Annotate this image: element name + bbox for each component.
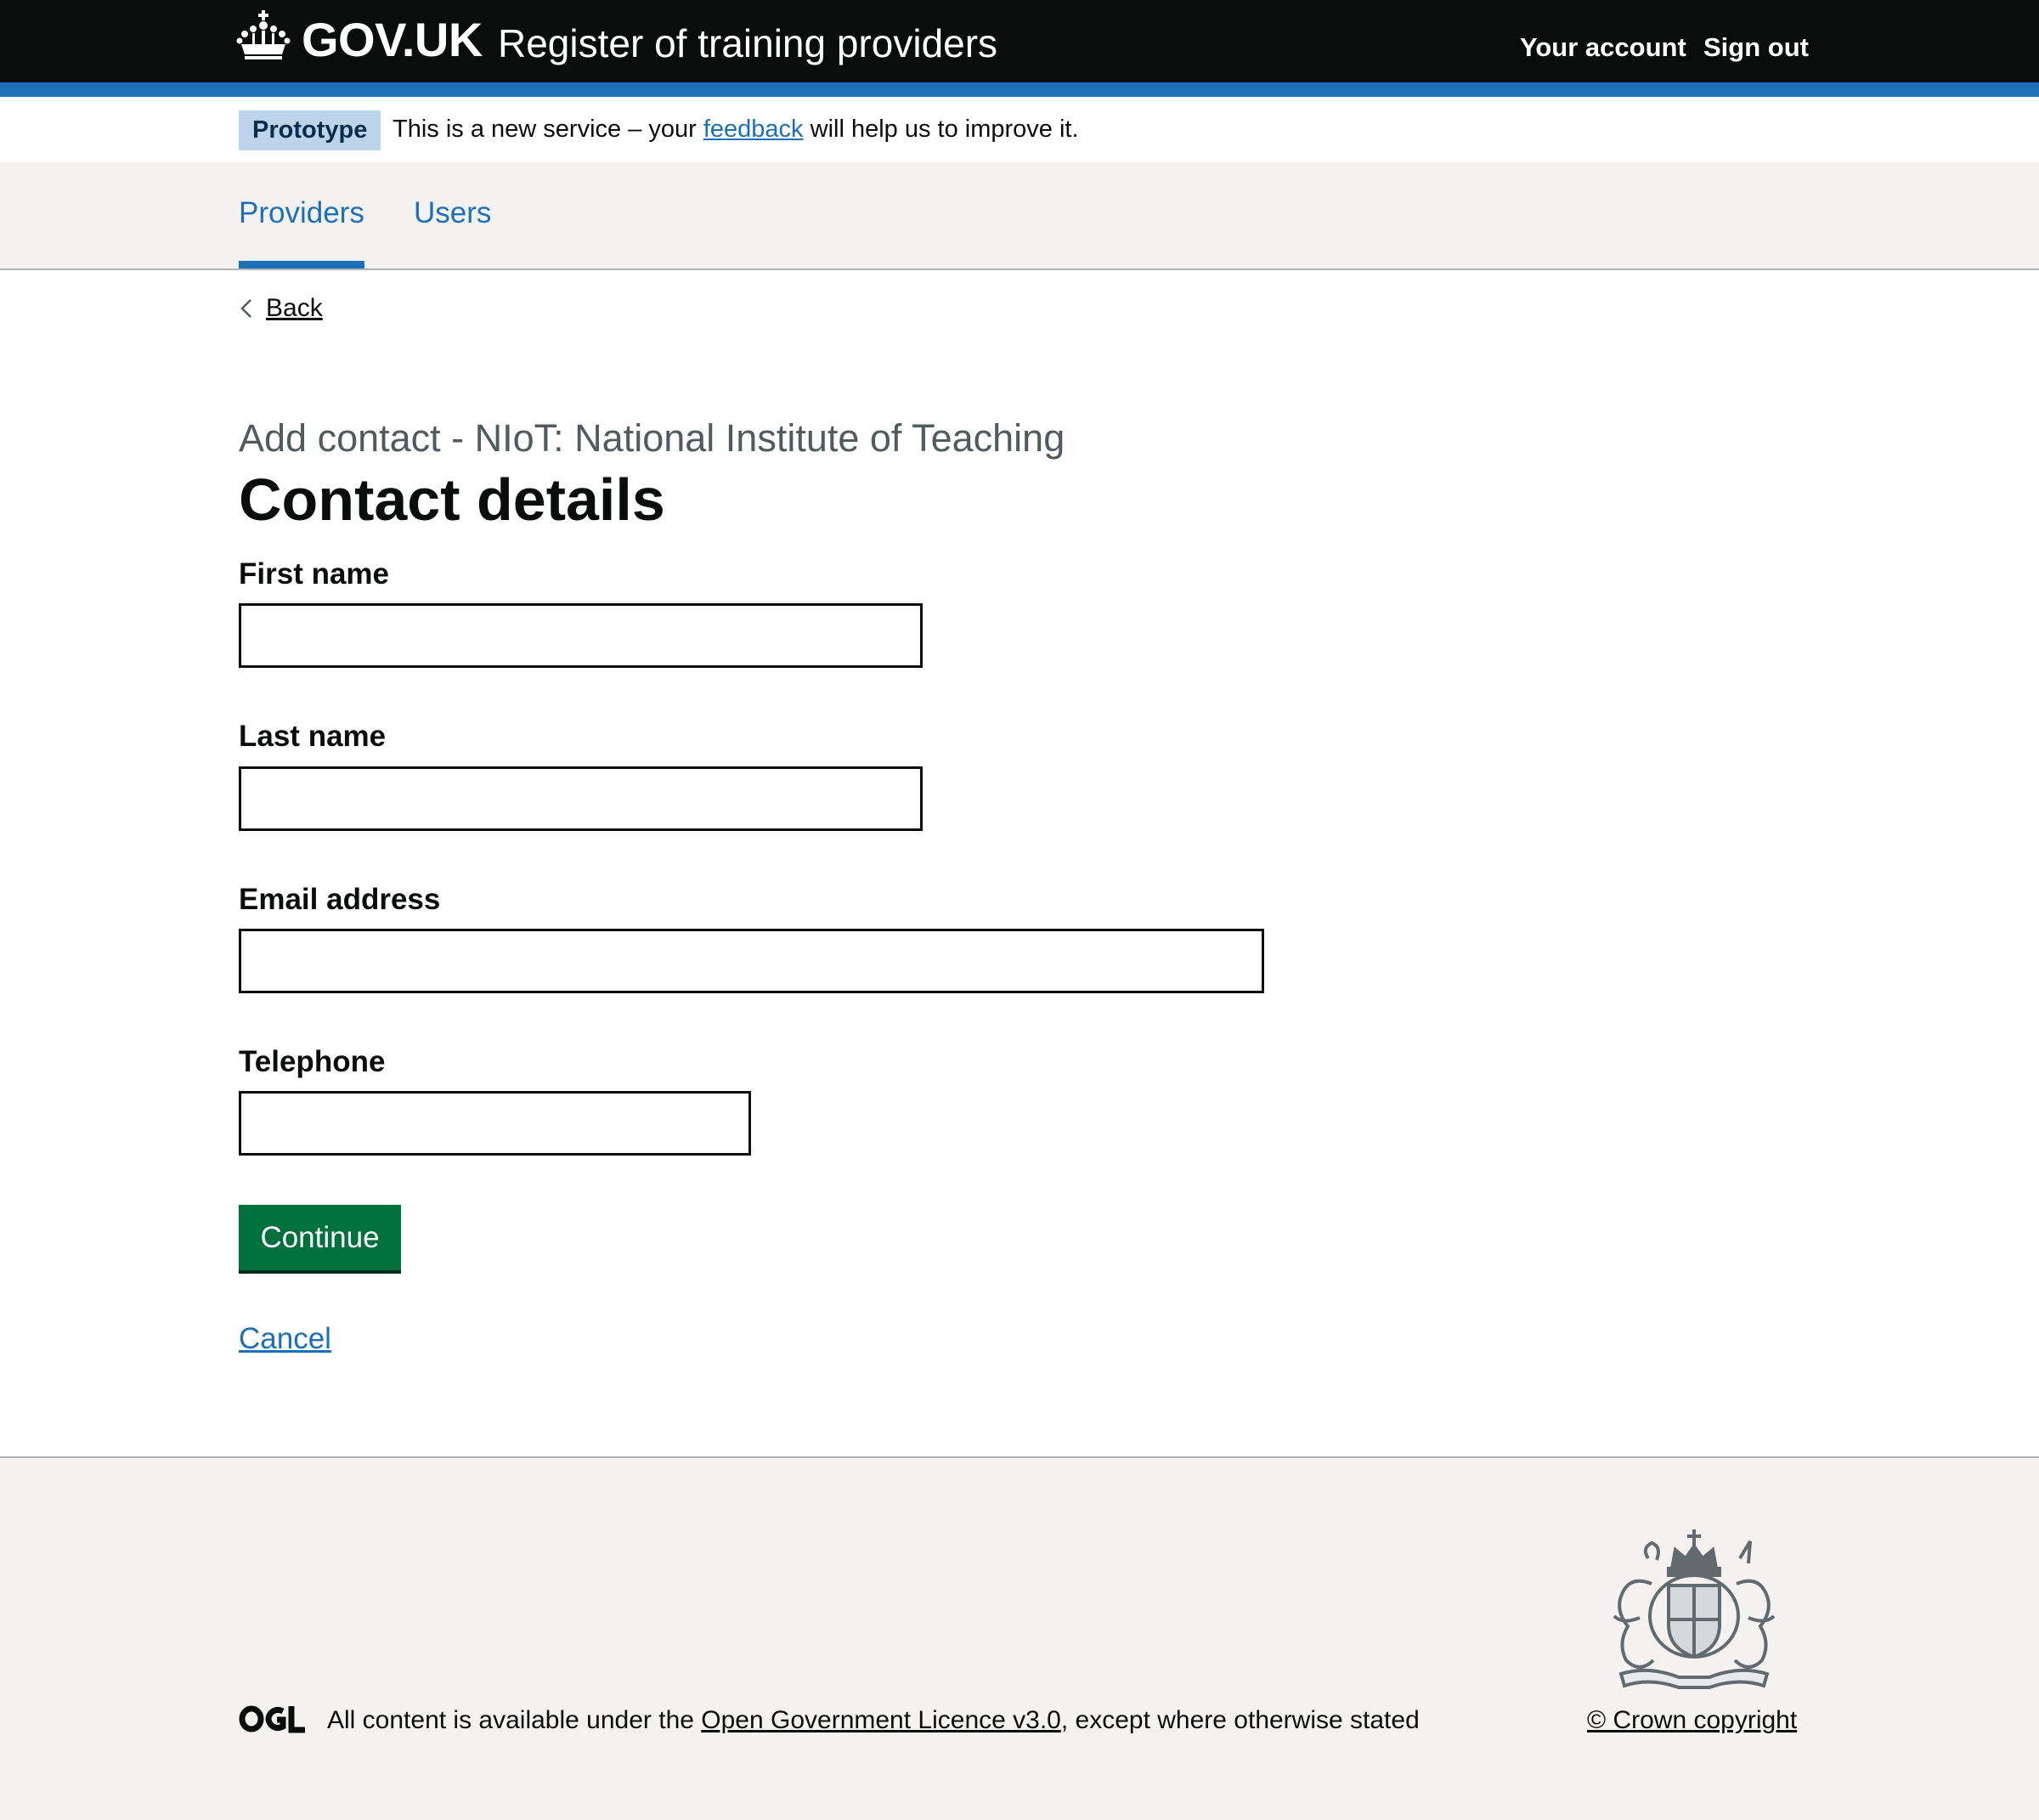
your-account-link[interactable]: Your account (1520, 32, 1686, 63)
phase-banner: Prototype This is a new service – your f… (0, 97, 2039, 162)
last-name-input[interactable] (239, 766, 923, 831)
phase-tag: Prototype (239, 110, 381, 150)
primary-nav: Providers Users (0, 162, 2039, 270)
first-name-label: First name (239, 557, 389, 591)
ogl-logo-icon (239, 1705, 305, 1733)
telephone-label: Telephone (239, 1045, 386, 1078)
telephone-input[interactable] (239, 1091, 751, 1156)
govuk-wordmark[interactable]: GOV.UK (302, 12, 483, 67)
crown-copyright-link[interactable]: © Crown copyright (1587, 1706, 1797, 1735)
chevron-left-icon (240, 299, 251, 318)
back-link-label: Back (266, 294, 323, 322)
nav-item-providers[interactable]: Providers (239, 196, 364, 230)
licence-text-after: , except where otherwise stated (1060, 1706, 1420, 1734)
service-name[interactable]: Register of training providers (498, 20, 997, 66)
licence-text-before: All content is available under the (327, 1706, 702, 1734)
last-name-label: Last name (239, 720, 387, 753)
cancel-link[interactable]: Cancel (239, 1322, 331, 1356)
phase-banner-text: This is a new service – your feedback wi… (393, 116, 1079, 144)
open-government-licence-link[interactable]: Open Government Licence v3.0 (701, 1706, 1061, 1734)
continue-button[interactable]: Continue (239, 1205, 401, 1270)
header: GOV.UK Register of training providers Yo… (0, 0, 2039, 97)
page: GOV.UK Register of training providers Yo… (0, 0, 2039, 1820)
phase-text-after: will help us to improve it. (803, 116, 1079, 143)
page-caption: Add contact - NIoT: National Institute o… (239, 416, 1065, 460)
royal-coat-of-arms-icon (1613, 1529, 1776, 1689)
nav-active-indicator (239, 261, 364, 268)
email-address-input[interactable] (239, 929, 1264, 993)
nav-item-users[interactable]: Users (414, 196, 491, 230)
footer: All content is available under the Open … (0, 1456, 2039, 1820)
email-address-label: Email address (239, 883, 441, 916)
crown-icon (236, 10, 291, 59)
back-link[interactable]: Back (239, 294, 323, 323)
licence-text: All content is available under the Open … (327, 1706, 1420, 1735)
page-title: Contact details (239, 466, 665, 533)
phase-text-before: This is a new service – your (393, 116, 703, 143)
first-name-input[interactable] (239, 603, 923, 668)
feedback-link[interactable]: feedback (703, 116, 804, 143)
sign-out-link[interactable]: Sign out (1703, 32, 1809, 63)
